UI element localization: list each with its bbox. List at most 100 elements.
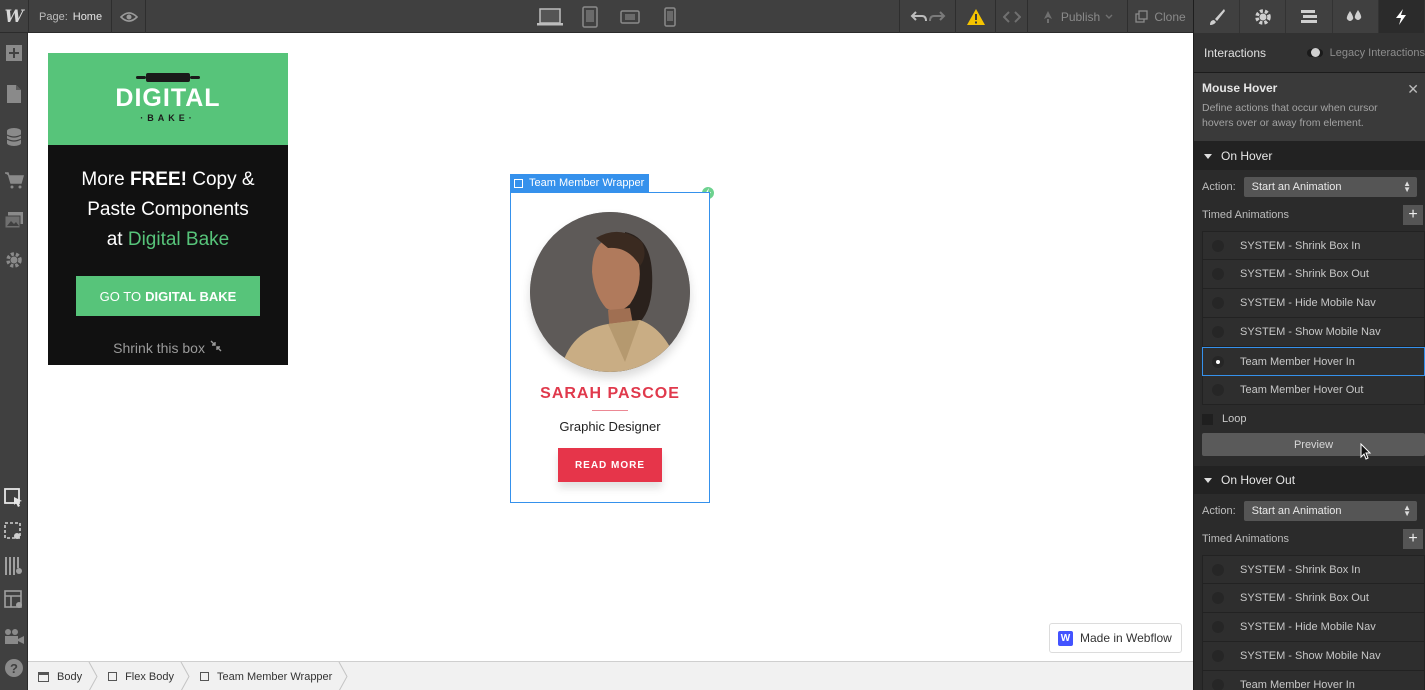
- publish-button[interactable]: Publish: [1027, 0, 1127, 33]
- animation-item[interactable]: SYSTEM - Shrink Box Out: [1202, 260, 1425, 289]
- made-in-webflow-badge[interactable]: W Made in Webflow: [1049, 623, 1182, 653]
- animation-label: SYSTEM - Show Mobile Nav: [1240, 326, 1381, 338]
- on-hover-section-header[interactable]: On Hover: [1194, 142, 1425, 170]
- shrink-label: Shrink this box: [113, 340, 205, 356]
- clone-label: Clone: [1154, 9, 1186, 24]
- radio-icon: [1212, 326, 1224, 338]
- animation-item[interactable]: SYSTEM - Show Mobile Nav: [1202, 642, 1425, 671]
- loop-row: Loop: [1194, 405, 1425, 433]
- style-brush-icon[interactable]: [1194, 0, 1241, 33]
- help-question-icon[interactable]: ?: [0, 653, 28, 683]
- animation-label: SYSTEM - Show Mobile Nav: [1240, 650, 1381, 662]
- promo-cta-b: DIGITAL BAKE: [145, 288, 237, 304]
- clone-button[interactable]: Clone: [1127, 0, 1193, 33]
- settings-gear-icon[interactable]: [0, 245, 28, 275]
- section-title: On Hover: [1221, 149, 1273, 163]
- on-hover-animation-list: SYSTEM - Shrink Box In SYSTEM - Shrink B…: [1202, 231, 1425, 405]
- animation-item[interactable]: SYSTEM - Hide Mobile Nav: [1202, 289, 1425, 318]
- radio-icon: [1212, 650, 1224, 662]
- pages-icon[interactable]: [0, 79, 28, 109]
- add-element-icon[interactable]: [0, 38, 28, 68]
- desktop-icon[interactable]: [530, 0, 570, 33]
- close-icon[interactable]: ✕: [1407, 81, 1419, 98]
- select-arrows-icon: ▲ ▼: [1403, 178, 1411, 194]
- on-hover-action-select[interactable]: Start an Animation ▲ ▼: [1243, 176, 1417, 197]
- design-canvas[interactable]: DIGITAL ·BAKE· More FREE! Copy & Paste C…: [28, 33, 1193, 661]
- preview-eye-icon[interactable]: [112, 0, 146, 33]
- animation-label: Team Member Hover Out: [1240, 384, 1364, 396]
- promo-line3a: at: [106, 229, 128, 250]
- action-label: Action:: [1202, 180, 1236, 193]
- webflow-logo[interactable]: W: [0, 0, 28, 33]
- navigator-layers-icon[interactable]: [1286, 0, 1333, 33]
- video-tutorials-icon[interactable]: [0, 621, 28, 651]
- animation-label: SYSTEM - Shrink Box In: [1240, 239, 1361, 252]
- loop-label: Loop: [1222, 413, 1247, 425]
- shrink-arrows-icon: [210, 340, 222, 352]
- page-name: Home: [72, 10, 103, 23]
- animation-label: SYSTEM - Shrink Box In: [1240, 563, 1361, 576]
- cms-database-icon[interactable]: [0, 122, 28, 152]
- member-role: Graphic Designer: [559, 419, 661, 434]
- on-hover-out-action-select[interactable]: Start an Animation ▲ ▼: [1243, 500, 1417, 521]
- toggle-switch[interactable]: [1306, 48, 1323, 57]
- promo-line2: Paste Components: [87, 199, 249, 220]
- clone-icon: [1135, 10, 1148, 23]
- grid-overlay-icon[interactable]: [0, 551, 28, 581]
- assets-images-icon[interactable]: [0, 205, 28, 235]
- radio-icon: [1212, 621, 1224, 633]
- breadcrumb-body[interactable]: Body: [28, 662, 98, 690]
- selected-element-label[interactable]: Team Member Wrapper: [510, 174, 650, 192]
- preview-hidden-icon[interactable]: [0, 517, 28, 547]
- breadcrumb-flex-body[interactable]: Flex Body: [94, 662, 190, 690]
- animation-label: SYSTEM - Hide Mobile Nav: [1240, 621, 1376, 633]
- warning-icon[interactable]: [955, 0, 995, 33]
- animation-item[interactable]: Team Member Hover In: [1202, 671, 1425, 690]
- page-selector[interactable]: Page: Home: [28, 0, 112, 33]
- select-arrows-icon: ▲ ▼: [1403, 502, 1411, 518]
- animation-item[interactable]: SYSTEM - Show Mobile Nav: [1202, 318, 1425, 347]
- shrink-box-link[interactable]: Shrink this box: [48, 339, 288, 356]
- animation-item[interactable]: SYSTEM - Hide Mobile Nav: [1202, 613, 1425, 642]
- animation-item[interactable]: SYSTEM - Shrink Box Out: [1202, 584, 1425, 613]
- select-element-icon[interactable]: [0, 483, 28, 513]
- layout-view-icon[interactable]: [0, 585, 28, 615]
- code-icon[interactable]: [995, 0, 1027, 33]
- add-animation-button[interactable]: +: [1403, 529, 1423, 549]
- animation-item[interactable]: SYSTEM - Shrink Box In: [1202, 555, 1425, 584]
- breadcrumb-label: Team Member Wrapper: [217, 670, 333, 683]
- mobile-portrait-icon[interactable]: [650, 0, 690, 33]
- preview-label: Preview: [1293, 438, 1334, 451]
- radio-icon: [1212, 563, 1224, 576]
- legacy-interactions-toggle[interactable]: Legacy Interactions: [1306, 33, 1425, 73]
- rocket-icon: [1043, 10, 1052, 23]
- radio-icon: [1212, 268, 1224, 280]
- animation-label: Team Member Hover In: [1240, 679, 1355, 690]
- team-member-wrapper[interactable]: SARAH PASCOE Graphic Designer READ MORE: [510, 192, 710, 503]
- interactions-bolt-icon[interactable]: [1378, 0, 1425, 33]
- chevron-right-icon: [338, 662, 348, 690]
- on-hover-out-section-header[interactable]: On Hover Out: [1194, 466, 1425, 494]
- add-animation-button[interactable]: +: [1403, 205, 1423, 225]
- mobile-landscape-icon[interactable]: [610, 0, 650, 33]
- animation-item[interactable]: SYSTEM - Shrink Box In: [1202, 231, 1425, 260]
- tablet-icon[interactable]: [570, 0, 610, 33]
- swatches-drops-icon[interactable]: [1333, 0, 1379, 33]
- redo-icon[interactable]: [928, 10, 946, 24]
- radio-icon: [1212, 239, 1224, 252]
- undo-icon[interactable]: [910, 10, 928, 24]
- animation-item-selected[interactable]: Team Member Hover In: [1202, 347, 1425, 376]
- top-right-actions: Publish Clone: [899, 0, 1193, 33]
- animation-item[interactable]: Team Member Hover Out: [1202, 376, 1425, 405]
- loop-checkbox[interactable]: [1202, 413, 1213, 425]
- panel-title: Interactions: [1204, 45, 1267, 60]
- go-to-digital-bake-button[interactable]: GO TO DIGITAL BAKE: [76, 276, 260, 316]
- ecommerce-cart-icon[interactable]: [0, 165, 28, 195]
- preview-button[interactable]: Preview: [1202, 433, 1425, 460]
- panel-header: Interactions Legacy Interactions: [1194, 33, 1425, 73]
- settings-gear-icon[interactable]: [1240, 0, 1287, 33]
- read-more-button[interactable]: READ MORE: [558, 448, 662, 482]
- name-divider: [592, 410, 628, 411]
- breadcrumb-label: Body: [57, 670, 83, 683]
- breadcrumb-team-member-wrapper[interactable]: Team Member Wrapper: [186, 662, 348, 690]
